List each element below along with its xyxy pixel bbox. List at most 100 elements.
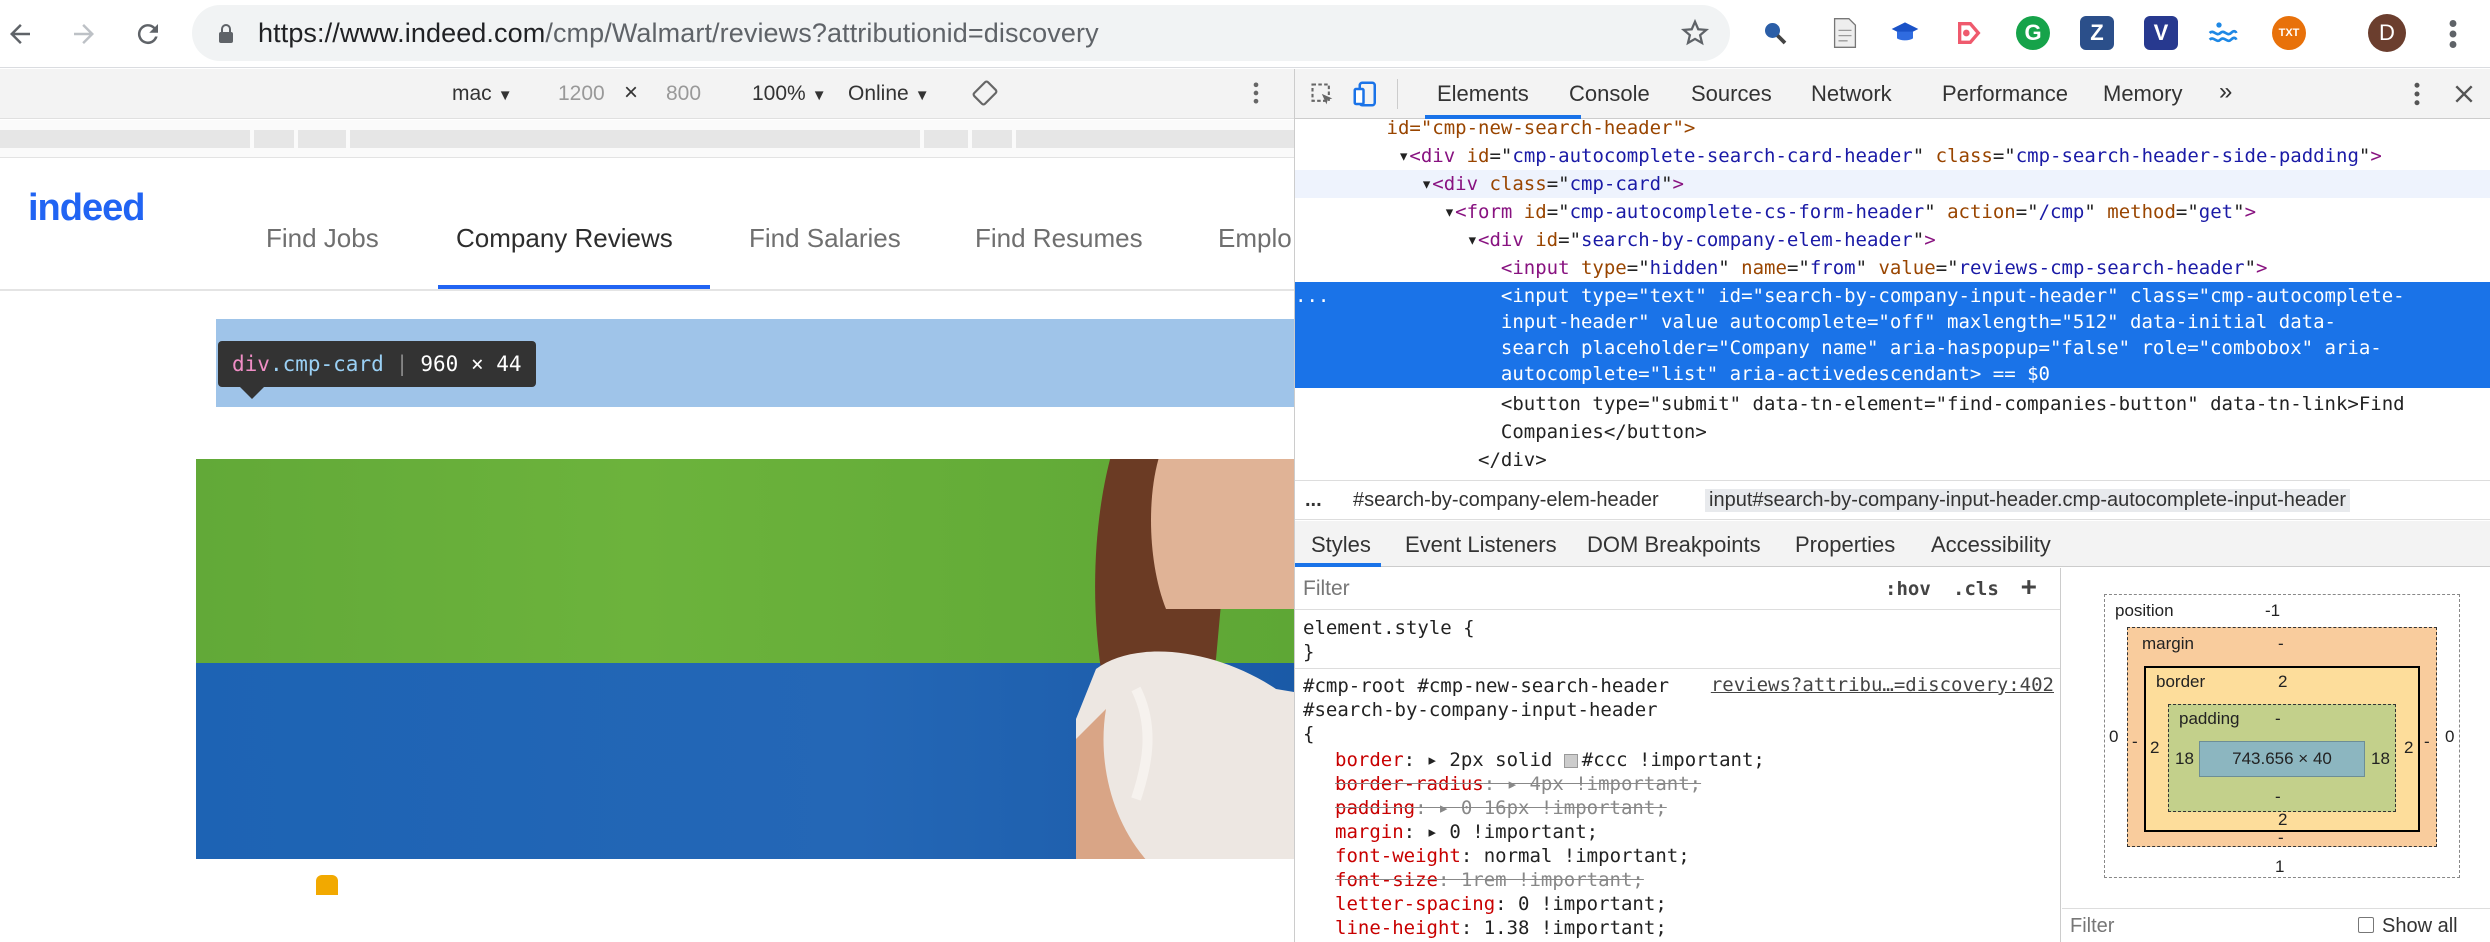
tab-network[interactable]: Network — [1811, 81, 1892, 107]
rule-selector[interactable]: #search-by-company-input-header — [1303, 698, 1658, 722]
padding-top-value[interactable]: - — [2275, 709, 2281, 729]
ruler-segment[interactable] — [254, 130, 294, 148]
device-toolbar-menu-icon[interactable] — [1250, 79, 1262, 107]
css-declaration[interactable]: line-height: 1.38 !important; — [1335, 916, 1667, 940]
subtab-accessibility[interactable]: Accessibility — [1931, 532, 2051, 558]
extension-graduation-cap-icon[interactable] — [1888, 16, 1922, 50]
position-right-value[interactable]: 0 — [2445, 727, 2454, 747]
tab-memory[interactable]: Memory — [2103, 81, 2182, 107]
ruler-segment[interactable] — [0, 130, 250, 148]
margin-left-value[interactable]: - — [2132, 732, 2138, 752]
extension-grammarly-icon[interactable]: G — [2016, 16, 2050, 50]
ruler-segment[interactable] — [924, 130, 968, 148]
tab-console[interactable]: Console — [1569, 81, 1650, 107]
dom-node[interactable]: ▾<div id="cmp-autocomplete-search-card-h… — [1295, 142, 2490, 170]
dom-node[interactable]: ▾<form id="cmp-autocomplete-cs-form-head… — [1295, 198, 2490, 226]
nav-find-resumes[interactable]: Find Resumes — [975, 223, 1143, 254]
tab-performance[interactable]: Performance — [1942, 81, 2068, 107]
margin-right-value[interactable]: - — [2424, 732, 2430, 752]
reload-button[interactable] — [128, 14, 168, 54]
nav-company-reviews[interactable]: Company Reviews — [456, 223, 673, 254]
nav-find-salaries[interactable]: Find Salaries — [749, 223, 901, 254]
css-declaration[interactable]: margin: ▸ 0 !important; — [1335, 820, 1598, 844]
dom-node[interactable]: id="cmp-new-search-header"> — [1295, 120, 2490, 142]
element-style-selector[interactable]: element.style { — [1303, 616, 1475, 640]
extension-txt-icon[interactable]: TXT — [2272, 16, 2306, 50]
rule-selector[interactable]: #cmp-root #cmp-new-search-header — [1303, 674, 1669, 698]
margin-top-value[interactable]: - — [2278, 634, 2284, 654]
css-declaration[interactable]: letter-spacing: 0 !important; — [1335, 892, 1667, 916]
subtab-styles[interactable]: Styles — [1311, 532, 1371, 558]
dom-node[interactable]: <button type="submit" data-tn-element="f… — [1295, 390, 2490, 418]
forward-button[interactable] — [64, 14, 104, 54]
border-right-value[interactable]: 2 — [2404, 738, 2413, 758]
browser-menu-icon[interactable] — [2438, 16, 2468, 52]
dom-node[interactable]: ▾<div class="cmp-card"> — [1295, 170, 2490, 198]
extension-wave-icon[interactable] — [2206, 16, 2240, 50]
more-tabs-button[interactable]: » — [2219, 78, 2232, 106]
extension-document-icon[interactable] — [1828, 16, 1862, 50]
ruler-segment[interactable] — [350, 130, 920, 148]
network-throttle-select[interactable]: Online ▼ — [848, 82, 930, 106]
device-select[interactable]: mac ▼ — [452, 82, 513, 106]
css-declaration-overridden[interactable]: border-radius: ▸ 4px !important; — [1335, 772, 1701, 796]
css-declaration-overridden[interactable]: padding: ▸ 0 16px !important; — [1335, 796, 1667, 820]
extension-v-icon[interactable]: V — [2144, 16, 2178, 50]
subtab-event-listeners[interactable]: Event Listeners — [1405, 532, 1557, 558]
ruler-segment[interactable] — [1016, 130, 1294, 148]
breadcrumb-overflow[interactable]: ... — [1305, 489, 1322, 512]
url-text[interactable]: https://www.indeed.com/cmp/Walmart/revie… — [258, 18, 1099, 49]
nav-employers[interactable]: Emplo — [1218, 223, 1292, 254]
rule-source-link[interactable]: reviews?attribu…=discovery:402 — [1711, 674, 2054, 696]
styles-filter-input[interactable] — [1303, 576, 1833, 602]
border-bottom-value[interactable]: 2 — [2278, 810, 2287, 830]
viewport-height-input[interactable]: 800 — [666, 82, 701, 106]
ruler-segment[interactable] — [972, 130, 1012, 148]
show-all-checkbox[interactable] — [2358, 917, 2374, 933]
dom-node[interactable]: ▾<div id="search-by-company-elem-header"… — [1295, 226, 2490, 254]
css-declaration-overridden[interactable]: font-size: 1rem !important; — [1335, 868, 1644, 892]
position-bottom-value[interactable]: 1 — [2275, 857, 2284, 877]
breadcrumb-item[interactable]: #search-by-company-elem-header — [1353, 489, 1659, 512]
css-declaration[interactable]: border: ▸ 2px solid #ccc !important; — [1335, 748, 1765, 772]
padding-left-value[interactable]: 18 — [2175, 749, 2194, 769]
subtab-properties[interactable]: Properties — [1795, 532, 1895, 558]
dom-node[interactable]: Companies</button> — [1295, 418, 2490, 446]
inspect-element-icon[interactable] — [1309, 81, 1337, 109]
selected-dom-node-line[interactable]: autocomplete="list" aria-activedescendan… — [1295, 360, 2490, 388]
css-declaration[interactable]: font-weight: normal !important; — [1335, 844, 1690, 868]
selected-dom-node-line[interactable]: ... <input type="text" id="search-by-com… — [1295, 282, 2490, 310]
class-toggle[interactable]: .cls — [1953, 578, 1999, 600]
padding-bottom-value[interactable]: - — [2275, 787, 2281, 807]
tab-sources[interactable]: Sources — [1691, 81, 1772, 107]
padding-right-value[interactable]: 18 — [2371, 749, 2390, 769]
address-bar[interactable]: https://www.indeed.com/cmp/Walmart/revie… — [192, 5, 1730, 61]
back-button[interactable] — [0, 14, 40, 54]
tab-elements[interactable]: Elements — [1437, 81, 1529, 107]
rotate-icon[interactable] — [972, 80, 998, 106]
close-icon[interactable] — [2453, 83, 2475, 105]
ruler-segment[interactable] — [298, 130, 346, 148]
border-top-value[interactable]: 2 — [2278, 672, 2287, 692]
border-left-value[interactable]: 2 — [2150, 738, 2159, 758]
dom-node[interactable]: <input type="hidden" name="from" value="… — [1295, 254, 2490, 282]
extension-z-icon[interactable]: Z — [2080, 16, 2114, 50]
hover-state-toggle[interactable]: :hov — [1885, 578, 1931, 600]
position-left-value[interactable]: 0 — [2109, 727, 2118, 747]
computed-filter-input[interactable]: Filter — [2070, 915, 2114, 938]
viewport-width-input[interactable]: 1200 — [558, 82, 605, 106]
breadcrumb-item-active[interactable]: input#search-by-company-input-header.cmp… — [1705, 489, 2351, 512]
extension-play-icon[interactable] — [1952, 16, 1986, 50]
nav-find-jobs[interactable]: Find Jobs — [266, 223, 379, 254]
profile-avatar[interactable]: D — [2368, 14, 2406, 52]
bookmark-star-icon[interactable] — [1680, 18, 1710, 48]
zoom-select[interactable]: 100% ▼ — [752, 82, 827, 106]
selected-dom-node-line[interactable]: search placeholder="Company name" aria-h… — [1295, 334, 2490, 362]
position-top-value[interactable]: -1 — [2265, 601, 2280, 621]
device-toggle-icon[interactable] — [1351, 79, 1381, 109]
color-swatch[interactable] — [1563, 753, 1578, 768]
selected-dom-node-line[interactable]: input-header" value autocomplete="off" m… — [1295, 308, 2490, 336]
box-model-content[interactable]: 743.656 × 40 — [2199, 741, 2365, 777]
subtab-dom-breakpoints[interactable]: DOM Breakpoints — [1587, 532, 1761, 558]
indeed-logo[interactable]: indeed — [28, 187, 145, 230]
